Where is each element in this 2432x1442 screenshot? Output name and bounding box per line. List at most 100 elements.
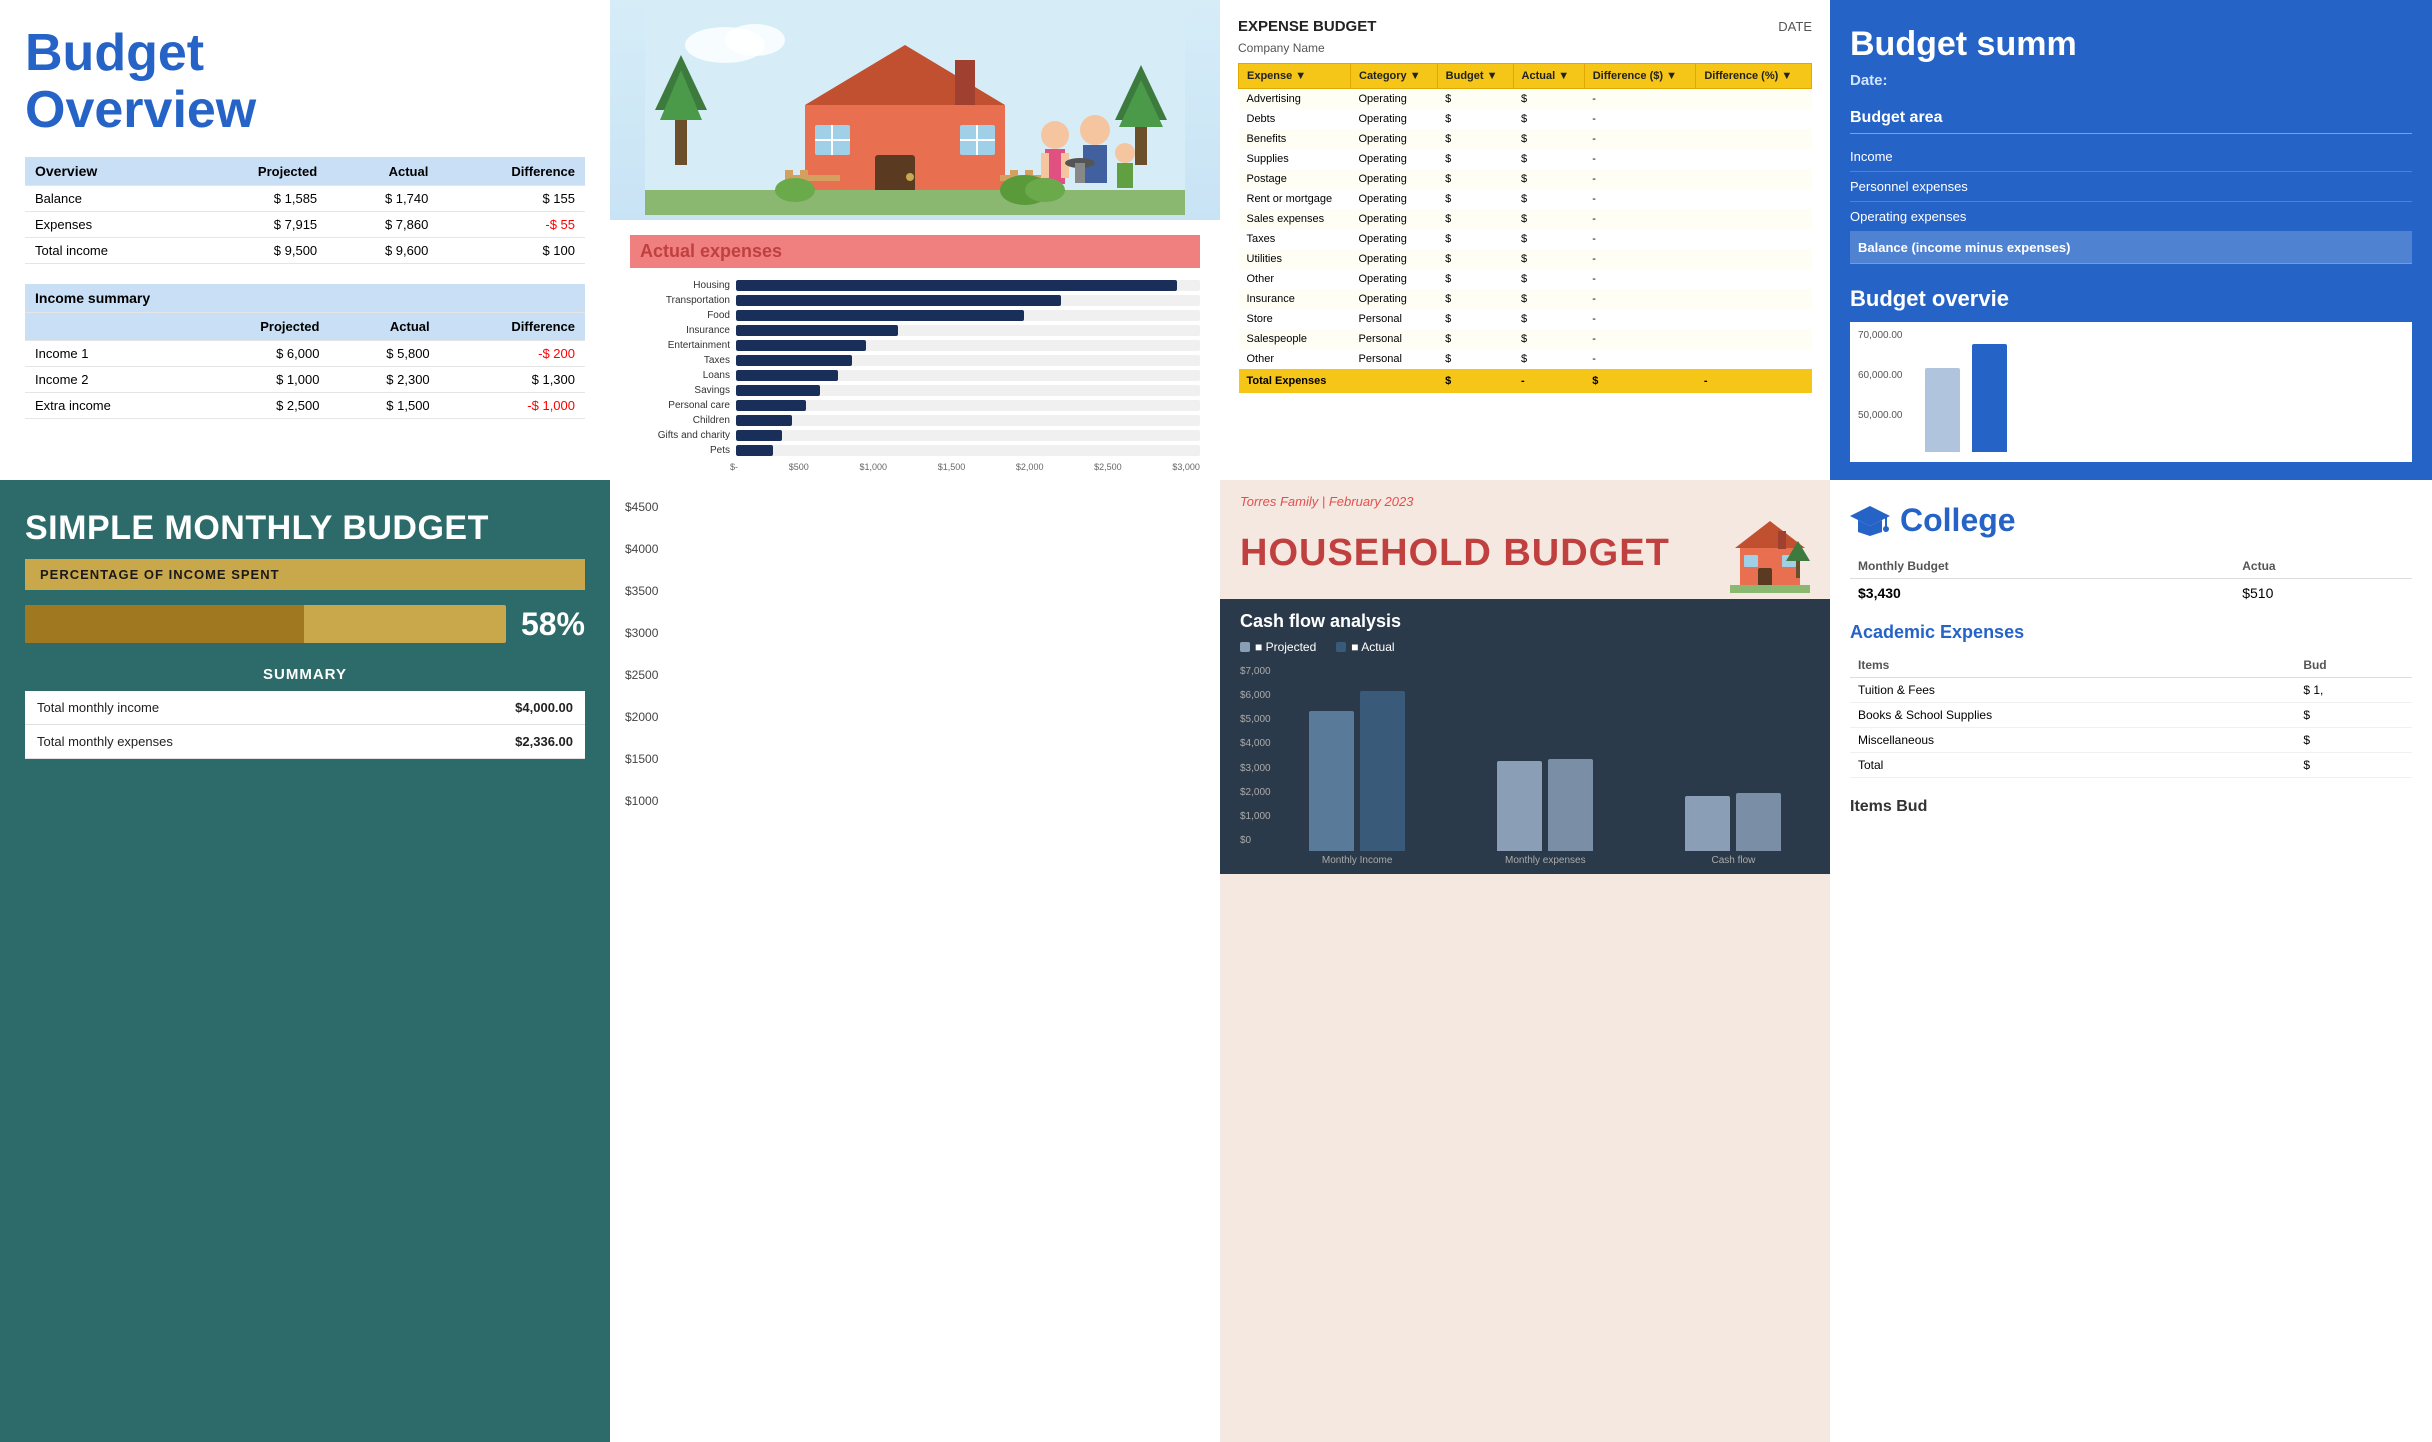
hb-bar-group: Monthly expenses <box>1469 759 1622 866</box>
expense-category: Personal <box>1351 349 1438 369</box>
bar-label: Transportation <box>630 295 730 306</box>
expense-diff-s: - <box>1584 209 1696 229</box>
expense-budget: $ <box>1437 189 1513 209</box>
academic-row: Tuition & Fees $ 1, <box>1850 678 2412 703</box>
x-label-3: $1,500 <box>938 462 966 472</box>
x-label-5: $2,500 <box>1094 462 1122 472</box>
projected-color <box>1240 642 1250 652</box>
total-dash2: - <box>1696 369 1812 393</box>
hb-bars-pair <box>1309 691 1405 851</box>
budget-overview-chart: 70,000.00 60,000.00 50,000.00 <box>1850 322 2412 462</box>
col-difference: Difference <box>438 157 585 186</box>
smb-progress-fill <box>25 605 304 643</box>
actual-expenses-title: Actual expenses <box>630 235 1200 268</box>
expense-actual: $ <box>1513 149 1584 169</box>
smb-progress-bar <box>25 605 506 643</box>
income-row-label: Income 2 <box>25 367 192 393</box>
expense-name: Other <box>1239 269 1351 289</box>
expense-category: Operating <box>1351 229 1438 249</box>
bar-track <box>736 325 1200 336</box>
expense-name: Sales expenses <box>1239 209 1351 229</box>
bar-fill <box>736 355 852 366</box>
budget-summary-title: Budget summ <box>1850 25 2412 64</box>
budget-summary-card: Budget summ Date: Budget area IncomePers… <box>1830 0 2432 480</box>
hb-y7000: $7,000 <box>1240 666 1271 677</box>
academic-bud: $ <box>2295 728 2412 753</box>
company-name: Company Name <box>1238 41 1812 55</box>
academic-bud: $ 1, <box>2295 678 2412 703</box>
bar-fill <box>736 445 773 456</box>
expense-diff-s: - <box>1584 169 1696 189</box>
expense-actual: $ <box>1513 169 1584 189</box>
expense-actual: $ <box>1513 309 1584 329</box>
expense-diff-p <box>1696 229 1812 249</box>
smb-row-value: $2,336.00 <box>515 734 573 749</box>
expense-actual: $ <box>1513 269 1584 289</box>
total-actual: $ <box>1584 369 1696 393</box>
monthly-budget-col: Monthly Budget <box>1850 554 2234 579</box>
expense-category: Operating <box>1351 289 1438 309</box>
expense-budget: $ <box>1437 289 1513 309</box>
expense-category: Operating <box>1351 129 1438 149</box>
bar-label: Food <box>630 310 730 321</box>
row-label: Total income <box>25 238 188 264</box>
expense-budget: $ <box>1437 169 1513 189</box>
yaxis-value: $1000 <box>625 794 1205 808</box>
bar-label: Pets <box>630 445 730 456</box>
col-category: Category ▼ <box>1351 64 1438 89</box>
bar-track <box>736 430 1200 441</box>
expense-row: Benefits Operating $ $ - <box>1239 129 1812 149</box>
income-row-actual: $ 5,800 <box>329 341 439 367</box>
smb-title: SIMPLE MONTHLY BUDGET <box>0 480 610 559</box>
bar-track <box>736 415 1200 426</box>
expense-actual: $ <box>1513 229 1584 249</box>
total-budget: $ <box>1437 369 1513 393</box>
budget-area-item: Operating expenses <box>1850 202 2412 232</box>
budget-overview-bar <box>1925 368 1960 452</box>
bar-fill <box>736 280 1177 291</box>
expense-row: Utilities Operating $ $ - <box>1239 249 1812 269</box>
expense-actual: $ <box>1513 89 1584 110</box>
expense-row: Insurance Operating $ $ - <box>1239 289 1812 309</box>
expense-name: Supplies <box>1239 149 1351 169</box>
bar-track <box>736 400 1200 411</box>
yaxis-value: $1500 <box>625 752 1205 766</box>
income-row-proj: $ 1,000 <box>192 367 330 393</box>
hb-legend-actual: ■ Actual <box>1336 640 1394 654</box>
smb-row-label: Total monthly expenses <box>37 734 173 749</box>
expense-row: Rent or mortgage Operating $ $ - <box>1239 189 1812 209</box>
expense-diff-p <box>1696 349 1812 369</box>
row-diff: $ 155 <box>438 186 585 212</box>
bar-fill <box>736 430 782 441</box>
expense-actual: $ <box>1513 329 1584 349</box>
expense-category: Operating <box>1351 169 1438 189</box>
hb-actual-bar <box>1736 793 1781 851</box>
expense-row: Taxes Operating $ $ - <box>1239 229 1812 249</box>
overview-row: Expenses $ 7,915 $ 7,860 -$ 55 <box>25 212 585 238</box>
hb-bars-pair <box>1685 793 1781 851</box>
expense-row: Other Personal $ $ - <box>1239 349 1812 369</box>
graduation-cap-icon <box>1850 500 1890 540</box>
hb-legend: ■ Projected ■ Actual <box>1240 640 1810 654</box>
row-label: Balance <box>25 186 188 212</box>
expense-diff-p <box>1696 149 1812 169</box>
smb-summary-section: SUMMARY Total monthly income $4,000.00 T… <box>25 658 585 759</box>
expense-category: Operating <box>1351 249 1438 269</box>
hb-family-date: Torres Family | February 2023 <box>1240 494 1810 509</box>
row-projected: $ 7,915 <box>188 212 327 238</box>
budget-area-item: Income <box>1850 142 2412 172</box>
bar-row: Pets <box>630 445 1200 456</box>
bar-fill <box>736 295 1061 306</box>
hb-y0: $0 <box>1240 835 1271 846</box>
smb-pct-display: 58% <box>521 606 585 643</box>
yaxis-value: $4500 <box>625 500 1205 514</box>
income-col-diff: Difference <box>440 313 585 341</box>
expense-budget: $ <box>1437 129 1513 149</box>
budget-overview-title: BudgetOverview <box>25 25 585 139</box>
expense-diff-s: - <box>1584 329 1696 349</box>
expense-category: Personal <box>1351 309 1438 329</box>
expense-category: Personal <box>1351 329 1438 349</box>
expense-category: Operating <box>1351 209 1438 229</box>
expense-diff-p <box>1696 269 1812 289</box>
academic-bud: $ <box>2295 753 2412 778</box>
